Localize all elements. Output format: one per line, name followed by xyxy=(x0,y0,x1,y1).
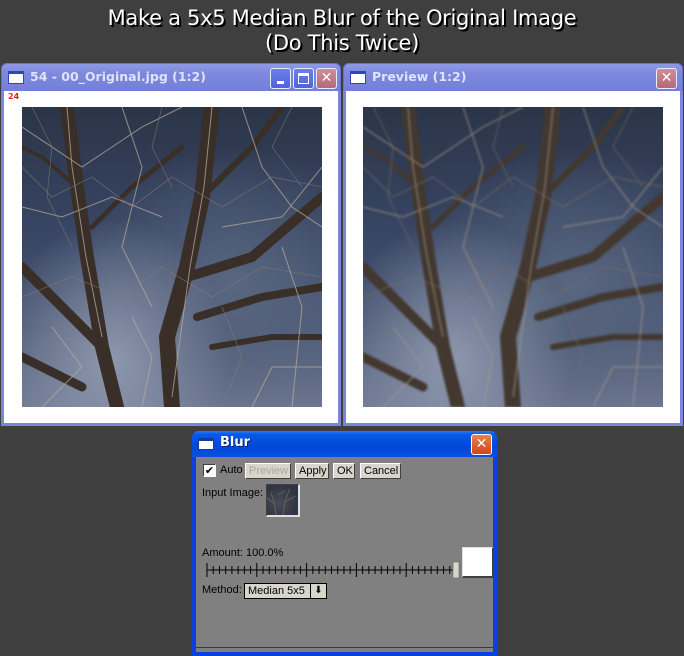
instruction-line-2: (Do This Twice) xyxy=(265,31,419,55)
slider-thumb[interactable] xyxy=(452,561,460,579)
close-button[interactable]: ✕ xyxy=(471,434,492,455)
instruction-headline: Make a 5x5 Median Blur of the Original I… xyxy=(0,6,684,56)
input-image-thumbnail[interactable] xyxy=(266,484,300,517)
window-icon xyxy=(198,438,214,450)
minimize-button[interactable] xyxy=(270,68,291,89)
instruction-line-1: Make a 5x5 Median Blur of the Original I… xyxy=(107,6,577,30)
tree-branches-graphic xyxy=(363,107,663,407)
slider-thumb-handle[interactable] xyxy=(452,561,460,579)
maximize-button[interactable] xyxy=(293,68,314,89)
method-label: Method: xyxy=(202,584,242,596)
checkmark-icon: ✔ xyxy=(204,464,215,477)
preview-color-swatch[interactable] xyxy=(462,547,494,578)
method-dropdown[interactable]: Median 5x5 ⬇ xyxy=(244,583,327,599)
preview-window-titlebar[interactable]: Preview (1:2) ✕ xyxy=(343,63,683,91)
original-window-canvas[interactable]: 24 xyxy=(4,91,338,423)
preview-tree-image[interactable] xyxy=(363,107,663,407)
blur-dialog[interactable]: Blur ✕ ✔ Auto Preview Apply OK Cancel In… xyxy=(192,431,497,656)
apply-button[interactable]: Apply xyxy=(295,463,329,479)
auto-checkbox[interactable]: ✔ xyxy=(203,464,216,477)
input-image-label: Input Image: xyxy=(202,487,264,499)
preview-window-canvas[interactable] xyxy=(346,91,680,423)
tree-branches-graphic xyxy=(22,107,322,407)
amount-slider[interactable] xyxy=(206,561,460,579)
cancel-button[interactable]: Cancel xyxy=(360,463,401,479)
blur-dialog-titlebar[interactable]: Blur ✕ xyxy=(192,431,497,457)
blur-dialog-title: Blur xyxy=(220,435,251,450)
close-button[interactable]: ✕ xyxy=(316,68,337,89)
original-image-window[interactable]: 54 - 00_Original.jpg (1:2) ✕ 24 xyxy=(1,63,341,426)
preview-button[interactable]: Preview xyxy=(245,463,291,479)
ok-button[interactable]: OK xyxy=(333,463,355,479)
minimize-icon xyxy=(277,81,284,84)
dropdown-arrow-icon[interactable]: ⬇ xyxy=(310,584,326,598)
preview-window[interactable]: Preview (1:2) ✕ xyxy=(343,63,683,426)
original-window-title: 54 - 00_Original.jpg (1:2) xyxy=(30,69,206,84)
window-icon xyxy=(8,71,24,84)
blur-dialog-body: ✔ Auto Preview Apply OK Cancel Input Ima… xyxy=(196,457,494,648)
auto-label: Auto xyxy=(220,464,243,476)
close-icon: ✕ xyxy=(475,436,488,452)
close-icon: ✕ xyxy=(320,70,333,86)
original-tree-image[interactable] xyxy=(22,107,322,407)
original-window-titlebar[interactable]: 54 - 00_Original.jpg (1:2) ✕ xyxy=(1,63,341,91)
maximize-icon xyxy=(298,73,309,84)
tree-thumbnail-graphic xyxy=(267,488,296,515)
slider-ticks xyxy=(206,563,457,577)
zoom-percent-label: 24 xyxy=(8,92,20,101)
close-icon: ✕ xyxy=(660,70,673,86)
window-icon xyxy=(350,71,366,84)
method-dropdown-value: Median 5x5 xyxy=(248,585,305,597)
preview-window-title: Preview (1:2) xyxy=(372,69,467,84)
close-button[interactable]: ✕ xyxy=(656,68,677,89)
amount-label: Amount: 100.0% xyxy=(202,547,284,559)
